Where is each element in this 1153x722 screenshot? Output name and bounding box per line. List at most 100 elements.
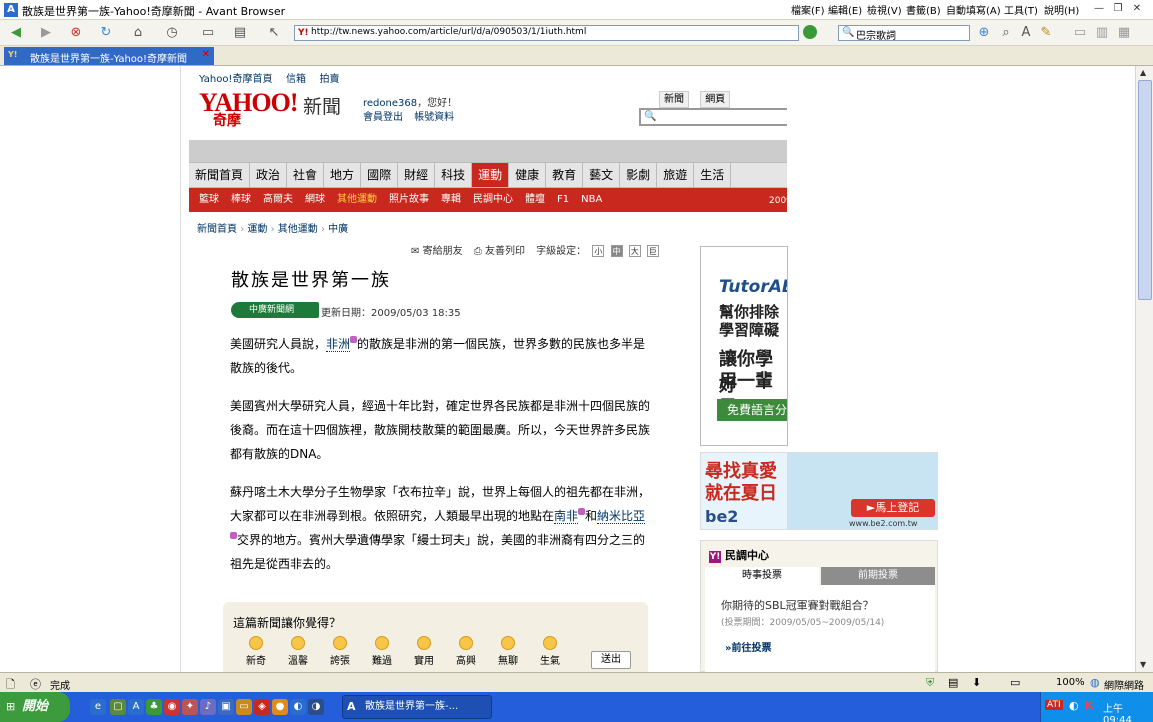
quicklaunch-app-icon[interactable]: ♣ <box>146 699 162 715</box>
subnav-item[interactable]: 體壇 <box>525 188 545 212</box>
keyword-icon[interactable] <box>230 532 237 539</box>
address-input[interactable]: http://tw.news.yahoo.com/article/url/d/a… <box>311 27 586 37</box>
keyword-link[interactable]: 非洲 <box>326 337 351 352</box>
mail-link[interactable]: 信箱 <box>286 74 306 85</box>
font-size-huge[interactable]: 巨 <box>646 245 659 257</box>
nav-item[interactable]: 社會 <box>287 163 325 187</box>
subnav-item[interactable]: 網球 <box>305 188 325 212</box>
back-icon[interactable]: ◀ <box>6 24 26 42</box>
search-input[interactable]: 巴宗歌詞 <box>856 27 896 42</box>
taskbar-browser-button[interactable]: A 散族是世界第一族-... <box>342 695 492 719</box>
search-tab-web[interactable]: 網頁 <box>700 91 731 108</box>
logout-link[interactable]: 會員登出 <box>363 112 403 123</box>
breadcrumb-item[interactable]: 新聞首頁 <box>197 224 237 235</box>
nav-item[interactable]: 生活 <box>694 163 732 187</box>
menu-view[interactable]: 檢視(V) <box>867 2 902 17</box>
history-icon[interactable]: ◷ <box>162 24 182 42</box>
nav-item[interactable]: 教育 <box>546 163 584 187</box>
tutor-ad[interactable]: TutorAB 幫你排除 學習障礙 讓你學好 用一輩子 免費語言分 <box>700 246 788 446</box>
subnav-item[interactable]: 專輯 <box>441 188 461 212</box>
nav-item[interactable]: 運動 <box>472 163 510 187</box>
menu-help[interactable]: 說明(H) <box>1044 2 1079 17</box>
nav-item[interactable]: 政治 <box>250 163 288 187</box>
tray-network-icon[interactable]: ◐ <box>1069 699 1079 712</box>
quicklaunch-avant-icon[interactable]: A <box>128 699 144 715</box>
close-icon[interactable]: ✕ <box>1129 2 1145 16</box>
tab-current-poll[interactable]: 時事投票 <box>705 567 819 585</box>
poll-send-button[interactable]: 送出 <box>591 651 631 669</box>
quicklaunch-app-icon[interactable]: ● <box>272 699 288 715</box>
security-icon[interactable]: ⛨ <box>926 676 934 690</box>
quicklaunch-folder-icon[interactable]: ▭ <box>236 699 252 715</box>
breadcrumb-item[interactable]: 中廣 <box>328 224 348 235</box>
nav-item[interactable]: 旅遊 <box>657 163 695 187</box>
menu-bookmarks[interactable]: 書籤(B) <box>906 2 941 17</box>
quicklaunch-app-icon[interactable]: ◉ <box>164 699 180 715</box>
quicklaunch-app-icon[interactable]: ♪ <box>200 699 216 715</box>
search-field[interactable]: 🔍 巴宗歌詞 <box>838 25 970 42</box>
scroll-thumb[interactable] <box>1138 80 1152 300</box>
nav-item[interactable]: 藝文 <box>583 163 621 187</box>
subnav-item[interactable]: 民調中心 <box>473 188 513 212</box>
menu-edit[interactable]: 編輯(E) <box>828 2 862 17</box>
forward-icon[interactable]: ▶ <box>36 24 56 42</box>
search-tab-news[interactable]: 新聞 <box>659 91 689 108</box>
menu-autofill[interactable]: 自動填寫(A) <box>946 2 1001 17</box>
font-size-small[interactable]: 小 <box>592 245 605 257</box>
go-icon[interactable] <box>803 25 817 39</box>
ad-button[interactable]: 免費語言分 <box>717 399 787 421</box>
quicklaunch-app-icon[interactable]: ◐ <box>290 699 306 715</box>
window-icon[interactable]: ▭ <box>198 24 218 42</box>
breadcrumb-item[interactable]: 運動 <box>247 224 267 235</box>
quicklaunch-app-icon[interactable]: ✦ <box>182 699 198 715</box>
layout-tile-icon[interactable]: ▦ <box>1114 24 1134 42</box>
quicklaunch-app-icon[interactable]: ▢ <box>110 699 126 715</box>
page-icon[interactable]: ▤ <box>230 24 250 42</box>
subnav-item[interactable]: 其他運動 <box>337 188 377 212</box>
block-icon[interactable]: ▭ <box>1010 676 1020 689</box>
download-icon[interactable]: ⬇ <box>972 676 981 689</box>
poll-option[interactable]: 溫馨 <box>283 636 313 667</box>
subnav-item[interactable]: 照片故事 <box>389 188 429 212</box>
stop-icon[interactable]: ⊗ <box>66 24 86 42</box>
menu-tools[interactable]: 工具(T) <box>1004 2 1038 17</box>
keyword-link[interactable]: 南非 <box>554 509 579 524</box>
nav-item[interactable]: 影劇 <box>620 163 658 187</box>
keyword-icon[interactable] <box>578 508 586 515</box>
subnav-item[interactable]: 籃球 <box>199 188 219 212</box>
poll-option[interactable]: 生氣 <box>535 636 565 667</box>
tray-k-icon[interactable]: K <box>1085 699 1094 712</box>
subnav-item[interactable]: 棒球 <box>231 188 251 212</box>
quicklaunch-app-icon[interactable]: ◑ <box>308 699 324 715</box>
survey-question[interactable]: 你期待的SBL冠軍賽對戰組合？ <box>721 597 874 613</box>
nav-item[interactable]: 健康 <box>509 163 547 187</box>
dating-ad[interactable]: 尋找真愛 就在夏日 be2 ►馬上登記 www.be2.com.tw <box>700 452 938 530</box>
account-link[interactable]: 帳號資料 <box>414 112 454 123</box>
site-search-input[interactable]: 🔍 <box>639 108 787 126</box>
layout-split-icon[interactable]: ▥ <box>1092 24 1112 42</box>
subnav-item[interactable]: F1 <box>557 188 569 212</box>
nav-item[interactable]: 新聞首頁 <box>189 163 251 187</box>
breadcrumb-item[interactable]: 其他運動 <box>278 224 318 235</box>
vertical-scrollbar[interactable]: ▲ ▼ <box>1135 66 1153 672</box>
yahoo-home-link[interactable]: Yahoo!奇摩首頁 <box>199 74 272 85</box>
nav-item[interactable]: 國際 <box>361 163 399 187</box>
browser-tab[interactable]: Y! 散族是世界第一族-Yahoo!奇摩新聞 ✕ <box>4 47 214 65</box>
tab-close-icon[interactable]: ✕ <box>202 49 210 60</box>
minimize-icon[interactable]: — <box>1091 2 1107 16</box>
zoom-level[interactable]: 100% <box>1056 677 1085 688</box>
font-size-large[interactable]: 大 <box>628 245 641 257</box>
subnav-item[interactable]: NBA <box>581 188 602 212</box>
quicklaunch-app-icon[interactable]: ◈ <box>254 699 270 715</box>
poll-option[interactable]: 實用 <box>409 636 439 667</box>
poll-option[interactable]: 無聊 <box>493 636 523 667</box>
nav-item[interactable]: 地方 <box>324 163 362 187</box>
source-logo[interactable]: 中廣新聞網 <box>231 302 319 318</box>
clear-icon[interactable]: ✎ <box>1036 24 1056 42</box>
popup-icon[interactable]: ▤ <box>948 676 958 689</box>
poll-option[interactable]: 新奇 <box>241 636 271 667</box>
nav-item[interactable]: 科技 <box>435 163 473 187</box>
print-link[interactable]: 友善列印 <box>485 246 525 257</box>
keyword-icon[interactable] <box>350 336 358 343</box>
vote-link[interactable]: »前往投票 <box>725 639 771 654</box>
